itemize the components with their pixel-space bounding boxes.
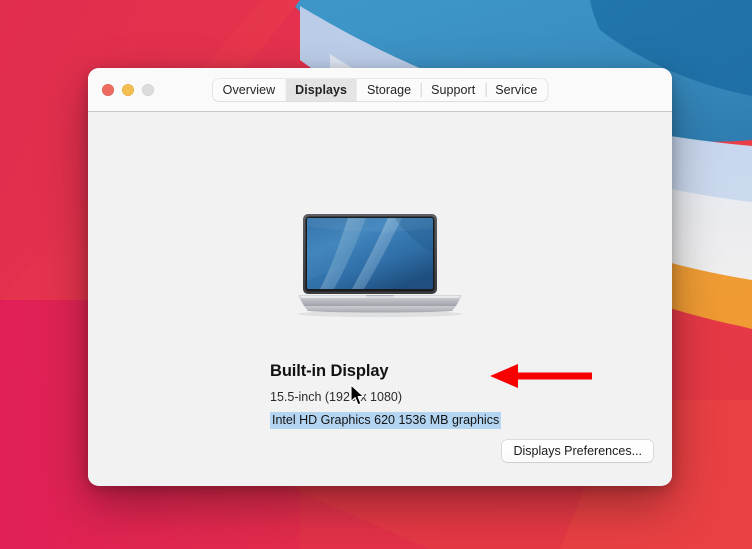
tab-storage[interactable]: Storage [357, 79, 421, 101]
display-info-block: Built-in Display 15.5-inch (1920 x 1080)… [270, 362, 590, 429]
minimize-button[interactable] [122, 83, 134, 96]
display-size-text: 15.5-inch (1920 x 1080) [270, 390, 403, 404]
tab-segmented-control: Overview Displays Storage Support Servic… [212, 78, 548, 101]
display-title: Built-in Display [270, 362, 389, 380]
zoom-button[interactable] [142, 83, 154, 96]
tab-service[interactable]: Service [485, 79, 547, 101]
displays-pane: Built-in Display 15.5-inch (1920 x 1080)… [88, 112, 672, 485]
close-button[interactable] [102, 83, 114, 96]
desktop-background: Overview Displays Storage Support Servic… [0, 0, 752, 549]
tab-overview[interactable]: Overview [213, 79, 286, 101]
window-controls [102, 83, 154, 96]
macbook-laptop-icon [298, 214, 462, 318]
about-this-mac-window: Overview Displays Storage Support Servic… [88, 68, 672, 486]
tab-displays[interactable]: Displays [285, 78, 358, 101]
displays-preferences-button[interactable]: Displays Preferences... [502, 440, 653, 462]
tab-support[interactable]: Support [421, 79, 485, 101]
display-graphics-text[interactable]: Intel HD Graphics 620 1536 MB graphics [270, 412, 502, 429]
window-titlebar: Overview Displays Storage Support Servic… [88, 68, 672, 112]
